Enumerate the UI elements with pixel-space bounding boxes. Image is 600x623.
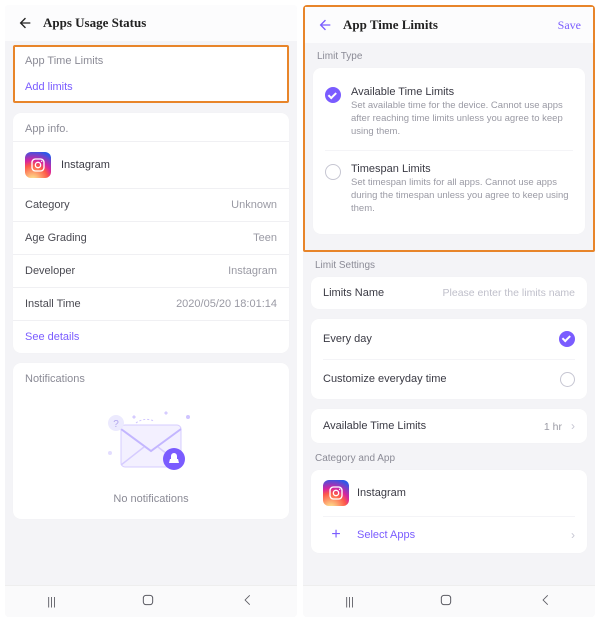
instagram-icon bbox=[25, 152, 51, 178]
limit-type-highlight: App Time Limits Save Limit Type Availabl… bbox=[303, 5, 595, 252]
radio-checked-icon bbox=[325, 87, 341, 103]
available-time-row[interactable]: Available Time Limits 1 hr › bbox=[311, 409, 587, 443]
available-time-value: 1 hr bbox=[544, 421, 562, 433]
save-button[interactable]: Save bbox=[558, 18, 581, 33]
app-row: Instagram bbox=[323, 470, 575, 516]
radio-unchecked-icon bbox=[325, 164, 341, 180]
app-time-limits-screen: App Time Limits Save Limit Type Availabl… bbox=[303, 5, 595, 617]
chevron-right-icon: › bbox=[571, 419, 575, 433]
header: App Time Limits Save bbox=[305, 7, 593, 43]
no-notifications-text: No notifications bbox=[113, 493, 188, 505]
available-time-label: Available Time Limits bbox=[323, 420, 426, 432]
android-nav-bar: ||| bbox=[5, 585, 297, 617]
add-limits-link[interactable]: Add limits bbox=[25, 81, 277, 93]
header: Apps Usage Status bbox=[5, 5, 297, 41]
chevron-right-icon: › bbox=[571, 528, 575, 542]
app-name: Instagram bbox=[357, 487, 406, 499]
app-time-limits-card: App Time Limits Add limits bbox=[13, 45, 289, 103]
limit-type-label: Limit Type bbox=[317, 51, 581, 62]
option-timespan[interactable]: Timespan Limits Set timespan limits for … bbox=[325, 150, 573, 223]
recents-icon[interactable]: ||| bbox=[345, 596, 354, 608]
app-time-limits-title: App Time Limits bbox=[25, 55, 277, 67]
table-row: Developer Instagram bbox=[13, 254, 289, 287]
app-info-card: App info. Instagram Category Unknown Age… bbox=[13, 113, 289, 353]
limits-name-row[interactable]: Limits Name Please enter the limits name bbox=[311, 277, 587, 309]
limits-name-label: Limits Name bbox=[323, 287, 384, 299]
app-name: Instagram bbox=[61, 159, 277, 171]
app-info-header: Instagram bbox=[13, 141, 289, 188]
back-icon[interactable] bbox=[317, 17, 333, 33]
select-apps-label: Select Apps bbox=[357, 529, 557, 541]
limits-name-input[interactable]: Please enter the limits name bbox=[443, 287, 575, 299]
option-available-time[interactable]: Available Time Limits Set available time… bbox=[325, 78, 573, 146]
plus-icon: + bbox=[323, 527, 349, 543]
customize-time-row[interactable]: Customize everyday time bbox=[323, 359, 575, 399]
limit-type-card: Available Time Limits Set available time… bbox=[313, 68, 585, 234]
table-row: Install Time 2020/05/20 18:01:14 bbox=[13, 287, 289, 320]
category-app-card: Instagram + Select Apps › bbox=[311, 470, 587, 553]
home-icon[interactable] bbox=[438, 592, 454, 611]
instagram-icon bbox=[323, 480, 349, 506]
back-nav-icon[interactable] bbox=[539, 593, 553, 610]
android-nav-bar: ||| bbox=[303, 585, 595, 617]
empty-notifications-illustration: ? No notifications bbox=[13, 385, 289, 519]
radio-unchecked-icon bbox=[560, 372, 575, 387]
check-circle-icon bbox=[559, 331, 575, 347]
svg-text:?: ? bbox=[113, 419, 119, 430]
table-row: Category Unknown bbox=[13, 188, 289, 221]
back-nav-icon[interactable] bbox=[241, 593, 255, 610]
select-apps-row[interactable]: + Select Apps › bbox=[323, 516, 575, 553]
app-info-label: App info. bbox=[13, 113, 289, 141]
see-details-link[interactable]: See details bbox=[13, 320, 289, 353]
back-icon[interactable] bbox=[17, 15, 33, 31]
category-app-label: Category and App bbox=[315, 453, 583, 464]
page-title: App Time Limits bbox=[343, 17, 548, 33]
limit-settings-label: Limit Settings bbox=[315, 260, 583, 271]
page-title: Apps Usage Status bbox=[43, 15, 285, 31]
home-icon[interactable] bbox=[140, 592, 156, 611]
notifications-label: Notifications bbox=[13, 363, 289, 385]
recents-icon[interactable]: ||| bbox=[47, 596, 56, 608]
schedule-card: Every day Customize everyday time bbox=[311, 319, 587, 399]
apps-usage-screen: Apps Usage Status App Time Limits Add li… bbox=[5, 5, 297, 617]
notifications-card: Notifications ? No notifications bbox=[13, 363, 289, 519]
table-row: Age Grading Teen bbox=[13, 221, 289, 254]
every-day-row[interactable]: Every day bbox=[323, 319, 575, 359]
